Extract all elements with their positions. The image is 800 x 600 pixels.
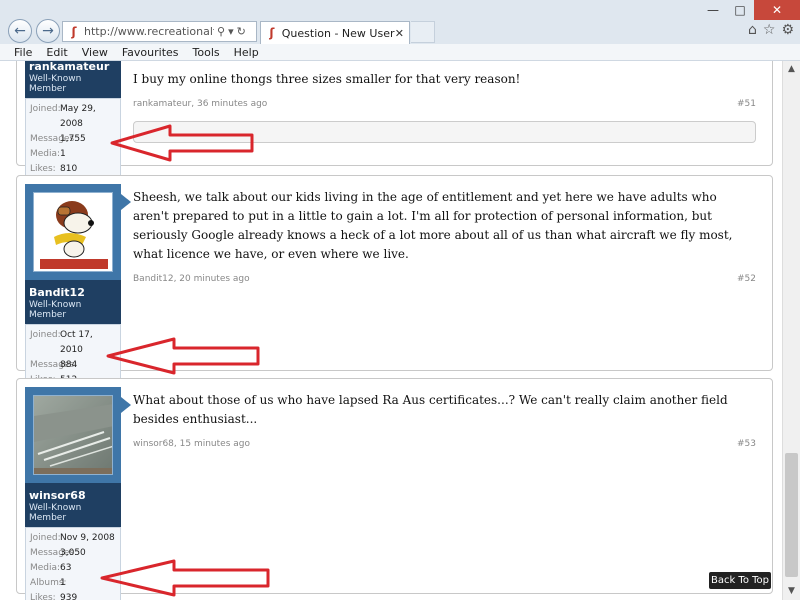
post-meta: rankamateur, 36 minutes ago #51 <box>133 99 756 109</box>
airfield-photo-icon <box>34 396 112 474</box>
stat-label: Messages: <box>30 134 78 144</box>
menu-bar: File Edit View Favourites Tools Help <box>0 44 800 61</box>
post-author-time[interactable]: rankamateur, 36 minutes ago <box>133 99 267 109</box>
user-stats: Joined: May 29, 2008 Messages: 1,755 Media… <box>25 98 121 181</box>
menu-favourites[interactable]: Favourites <box>122 46 179 59</box>
username[interactable]: rankamateur <box>25 61 121 73</box>
user-title: Well-Known Member <box>29 74 82 94</box>
maximize-icon: □ <box>734 3 746 17</box>
stat-label: Likes: <box>30 593 56 600</box>
close-icon: ✕ <box>771 3 783 17</box>
stat-value: 1 <box>60 578 66 588</box>
stat-value: 63 <box>60 563 72 573</box>
stat-value: 3,050 <box>60 548 86 558</box>
minimize-button[interactable]: — <box>700 0 726 20</box>
stat-label: Messages: <box>30 360 78 370</box>
stat-label: Media: <box>30 563 61 573</box>
post-content: Sheesh, we talk about our kids living in… <box>133 188 756 284</box>
tab-title: Question - New User Field | ... <box>281 26 395 40</box>
forward-button[interactable]: → <box>36 19 60 43</box>
avatar-frame <box>25 184 131 280</box>
stat-row: Media: 1 <box>30 147 116 162</box>
stat-value: 1,755 <box>60 134 86 144</box>
post-meta: winsor68, 15 minutes ago #53 <box>133 439 756 449</box>
maximize-button[interactable]: □ <box>726 0 754 20</box>
user-title: Well-Known Member <box>29 300 82 320</box>
menu-tools[interactable]: Tools <box>193 46 220 59</box>
post-number[interactable]: #53 <box>737 439 756 449</box>
speech-pointer <box>121 397 131 413</box>
arrow-left-icon: ← <box>14 23 26 39</box>
stat-row: Messages: 1,755 <box>30 132 116 147</box>
menu-help[interactable]: Help <box>234 46 259 59</box>
scroll-down-icon[interactable]: ▼ <box>783 583 800 599</box>
dropdown-icon[interactable]: ▾ <box>228 25 234 38</box>
tab-favicon-icon: ʃ <box>269 26 275 40</box>
user-panel: rankamateur Well-Known Member Joined: May… <box>25 61 121 181</box>
post-author-time[interactable]: Bandit12, 20 minutes ago <box>133 274 250 284</box>
refresh-icon[interactable]: ↻ <box>237 25 246 38</box>
message-text: I buy my online thongs three sizes small… <box>133 72 521 86</box>
browser-titlebar: ← → ʃ http://www.recreationalflying.... … <box>0 0 800 44</box>
message-text: What about those of us who have lapsed R… <box>133 393 728 426</box>
user-title: Well-Known Member <box>29 503 82 523</box>
stat-value: Nov 9, 2008 <box>60 533 115 543</box>
new-tab-button[interactable] <box>411 21 435 43</box>
stat-value: 1 <box>60 149 66 159</box>
stat-label: Albums: <box>30 578 67 588</box>
stat-value: 884 <box>60 360 78 370</box>
window-close-button[interactable]: ✕ <box>754 0 800 20</box>
back-button[interactable]: ← <box>8 19 32 43</box>
menu-view[interactable]: View <box>82 46 108 59</box>
menu-file[interactable]: File <box>14 46 32 59</box>
post-number[interactable]: #52 <box>737 274 756 284</box>
snoopy-avatar-icon <box>34 193 112 271</box>
post-number[interactable]: #51 <box>737 99 756 109</box>
message-text: Sheesh, we talk about our kids living in… <box>133 190 733 261</box>
stat-row: Joined: May 29, 2008 <box>30 102 116 132</box>
scroll-up-icon[interactable]: ▲ <box>783 61 800 77</box>
annotation-arrow-icon <box>110 124 254 162</box>
stat-label: Joined: <box>30 104 61 114</box>
annotation-arrow-icon <box>106 337 260 375</box>
minimize-icon: — <box>707 3 719 17</box>
close-icon[interactable]: ✕ <box>395 27 404 40</box>
post-meta: Bandit12, 20 minutes ago #52 <box>133 274 756 284</box>
browser-right-icons: ⌂ ☆ ⚙ <box>748 22 794 38</box>
post-content: What about those of us who have lapsed R… <box>133 391 756 449</box>
gear-icon[interactable]: ⚙ <box>781 22 794 38</box>
stat-label: Joined: <box>30 533 61 543</box>
vertical-scrollbar[interactable]: ▲ ▼ <box>782 61 800 600</box>
star-icon[interactable]: ☆ <box>763 22 776 38</box>
post-author-time[interactable]: winsor68, 15 minutes ago <box>133 439 250 449</box>
stat-label: Joined: <box>30 330 61 340</box>
address-text: http://www.recreationalflying.... <box>84 25 214 38</box>
avatar-frame <box>25 387 131 483</box>
stat-row: Joined: Nov 9, 2008 <box>30 531 116 546</box>
arrow-right-icon: → <box>42 23 54 39</box>
annotation-arrow-icon <box>100 559 270 597</box>
back-to-top-button[interactable]: Back To Top <box>709 572 771 589</box>
search-icon[interactable]: ⚲ <box>217 25 225 38</box>
username[interactable]: winsor68 <box>25 483 121 502</box>
scroll-thumb[interactable] <box>785 453 798 577</box>
page-viewport: rankamateur Well-Known Member Joined: May… <box>0 61 782 600</box>
home-icon[interactable]: ⌂ <box>748 22 757 38</box>
menu-edit[interactable]: Edit <box>46 46 67 59</box>
stat-label: Media: <box>30 149 61 159</box>
stat-value: 939 <box>60 593 78 600</box>
speech-pointer <box>121 194 131 210</box>
username[interactable]: Bandit12 <box>25 280 121 299</box>
avatar[interactable] <box>33 192 113 272</box>
stat-label: Messages: <box>30 548 78 558</box>
site-favicon-icon: ʃ <box>71 24 77 39</box>
tab-question[interactable]: ʃ Question - New User Field | ... ✕ <box>260 21 410 44</box>
avatar[interactable] <box>33 395 113 475</box>
address-bar[interactable]: ʃ http://www.recreationalflying.... ⚲ ▾ … <box>62 21 257 42</box>
